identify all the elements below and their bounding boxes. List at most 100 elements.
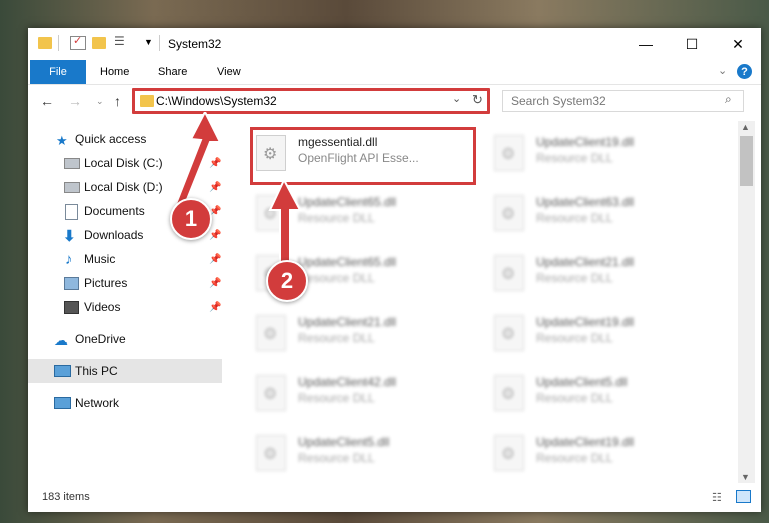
file-item[interactable]: UpdateClient5.dll Resource DLL <box>248 429 468 481</box>
file-item[interactable]: UpdateClient19.dll Resource DLL <box>486 129 706 181</box>
sidebar-item-onedrive[interactable]: ☁ OneDrive <box>28 327 222 351</box>
sidebar-item-label: Network <box>75 396 120 410</box>
file-item[interactable]: UpdateClient19.dll Resource DLL <box>486 429 706 481</box>
explorer-window: ✓ ☰ ▼ System32 — ☐ ✕ File Home Share Vie… <box>28 28 761 512</box>
pin-icon[interactable]: 📌 <box>209 278 221 289</box>
sidebar-item-label: Quick access <box>75 132 147 146</box>
file-description: Resource DLL <box>536 331 613 345</box>
search-placeholder: Search System32 <box>511 94 606 108</box>
file-item[interactable]: UpdateClient21.dll Resource DLL <box>486 249 706 301</box>
window-title: System32 <box>168 37 222 51</box>
tab-file[interactable]: File <box>30 60 86 84</box>
status-item-count: 183 items <box>42 491 90 503</box>
recent-locations-icon[interactable]: ⌄ <box>96 96 104 107</box>
large-icons-view-icon[interactable] <box>736 490 751 503</box>
file-description: Resource DLL <box>536 151 613 165</box>
file-name: UpdateClient19.dll <box>536 315 635 329</box>
dll-file-icon <box>256 315 286 351</box>
file-description: Resource DLL <box>298 391 375 405</box>
forward-arrow-icon[interactable]: → <box>68 93 82 109</box>
file-description: Resource DLL <box>536 451 613 465</box>
tab-share[interactable]: Share <box>158 66 187 78</box>
maximize-button[interactable]: ☐ <box>669 28 715 60</box>
address-highlight <box>132 88 490 114</box>
properties-icon[interactable]: ✓ <box>70 35 86 50</box>
annotation-badge-2: 2 <box>266 260 308 302</box>
file-item[interactable]: UpdateClient21.dll Resource DLL <box>248 309 468 361</box>
scrollbar-thumb[interactable] <box>740 136 753 186</box>
file-item[interactable]: UpdateClient63.dll Resource DLL <box>486 189 706 241</box>
folder-icon <box>38 37 52 49</box>
document-icon <box>65 204 78 220</box>
ribbon: File Home Share View ⌄ ? <box>28 60 761 85</box>
file-highlight <box>250 127 476 185</box>
file-name: UpdateClient19.dll <box>536 135 635 149</box>
file-name: UpdateClient21.dll <box>298 315 397 329</box>
sidebar-item-music[interactable]: ♪ Music 📌 <box>28 247 222 271</box>
computer-icon <box>54 365 71 377</box>
sidebar-item-label: Local Disk (D:) <box>84 180 163 194</box>
new-folder-icon[interactable] <box>92 37 106 49</box>
dll-file-icon <box>494 375 524 411</box>
separator <box>159 35 160 51</box>
tab-home[interactable]: Home <box>100 66 129 78</box>
pin-icon[interactable]: 📌 <box>209 230 221 241</box>
file-description: Resource DLL <box>298 331 375 345</box>
dll-file-icon <box>494 255 524 291</box>
sidebar-item-label: Documents <box>84 204 145 218</box>
chevron-down-icon[interactable]: ▼ <box>144 37 153 47</box>
dll-file-icon <box>494 435 524 471</box>
back-arrow-icon[interactable]: ← <box>40 93 54 109</box>
scroll-down-icon[interactable]: ▼ <box>741 472 750 482</box>
file-name: UpdateClient19.dll <box>536 435 635 449</box>
cloud-icon: ☁ <box>54 332 68 348</box>
file-name: UpdateClient65.dll <box>298 255 397 269</box>
scroll-up-icon[interactable]: ▲ <box>741 122 750 132</box>
close-button[interactable]: ✕ <box>715 28 761 60</box>
sidebar-item-label: Pictures <box>84 276 128 290</box>
file-name: UpdateClient65.dll <box>298 195 397 209</box>
navigation-bar: ← → ⌄ ↑ C:\Windows\System32 ⌄ ↻ Search S… <box>28 85 761 119</box>
file-name: UpdateClient5.dll <box>298 435 390 449</box>
file-description: Resource DLL <box>536 391 613 405</box>
picture-icon <box>64 277 79 290</box>
sidebar-item-label: Downloads <box>84 228 144 242</box>
dll-file-icon <box>494 315 524 351</box>
sidebar-item-label: Local Disk (C:) <box>84 156 163 170</box>
music-icon: ♪ <box>65 251 73 268</box>
pin-icon[interactable]: 📌 <box>209 302 221 313</box>
file-item[interactable]: UpdateClient19.dll Resource DLL <box>486 309 706 361</box>
sidebar-item-label: Videos <box>84 300 121 314</box>
drive-icon <box>64 158 80 169</box>
star-icon: ★ <box>56 133 68 148</box>
details-view-icon[interactable]: ☷ <box>712 491 722 504</box>
file-item[interactable]: UpdateClient5.dll Resource DLL <box>486 369 706 421</box>
sidebar-item-this-pc[interactable]: This PC <box>28 359 222 383</box>
sidebar-item-pictures[interactable]: Pictures 📌 <box>28 271 222 295</box>
file-item[interactable]: UpdateClient42.dll Resource DLL <box>248 369 468 421</box>
sidebar-item-label: This PC <box>75 364 118 378</box>
download-icon: ⬇ <box>63 228 76 245</box>
sidebar-item-network[interactable]: Network <box>28 391 222 415</box>
up-arrow-icon[interactable]: ↑ <box>114 93 121 109</box>
dll-file-icon <box>256 435 286 471</box>
file-name: UpdateClient42.dll <box>298 375 397 389</box>
help-icon[interactable]: ? <box>737 64 752 79</box>
file-description: Resource DLL <box>536 211 613 225</box>
expand-ribbon-icon[interactable]: ⌄ <box>718 64 727 77</box>
sidebar-item-videos[interactable]: Videos 📌 <box>28 295 222 319</box>
title-bar: ✓ ☰ ▼ System32 — ☐ ✕ <box>28 28 761 60</box>
file-description: Resource DLL <box>298 451 375 465</box>
separator <box>58 35 59 51</box>
network-icon <box>54 397 71 409</box>
file-name: UpdateClient5.dll <box>536 375 628 389</box>
drive-icon <box>64 182 80 193</box>
video-icon <box>64 301 79 314</box>
dll-file-icon <box>256 375 286 411</box>
customize-icon[interactable]: ☰ <box>114 34 128 48</box>
pin-icon[interactable]: 📌 <box>209 254 221 265</box>
file-name: UpdateClient63.dll <box>536 195 635 209</box>
minimize-button[interactable]: — <box>623 28 669 60</box>
tab-view[interactable]: View <box>217 66 241 78</box>
search-icon[interactable]: ⌕ <box>725 92 732 107</box>
